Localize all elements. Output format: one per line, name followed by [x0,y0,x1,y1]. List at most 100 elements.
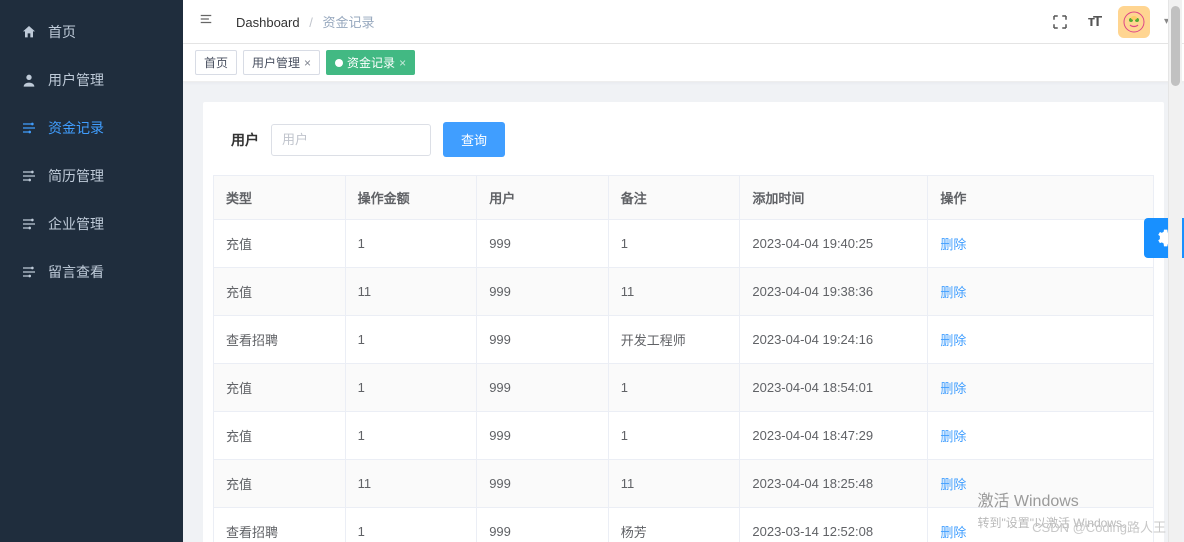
sliders-icon [20,167,38,185]
th-amount: 操作金额 [345,176,477,220]
cell-remark: 1 [608,220,740,268]
home-icon [20,23,38,41]
sidebar-item-resume[interactable]: 简历管理 [0,152,183,200]
cell-user: 999 [477,412,609,460]
th-remark: 备注 [608,176,740,220]
cell-amount: 1 [345,316,477,364]
fullscreen-icon[interactable] [1050,12,1070,32]
cell-amount: 1 [345,364,477,412]
cell-amount: 11 [345,268,477,316]
th-action: 操作 [928,176,1154,220]
sidebar-item-home[interactable]: 首页 [0,8,183,56]
delete-link[interactable]: 删除 [940,333,966,348]
delete-link[interactable]: 删除 [940,237,966,252]
cell-user: 999 [477,268,609,316]
breadcrumb: Dashboard / 资金记录 [236,12,375,31]
breadcrumb-sep: / [309,15,313,30]
table-row: 充值11999112023-04-04 19:38:36删除 [214,268,1154,316]
table-row: 充值199912023-04-04 18:47:29删除 [214,412,1154,460]
cell-time: 2023-04-04 18:54:01 [740,364,928,412]
avatar[interactable] [1118,6,1150,38]
cell-time: 2023-04-04 19:24:16 [740,316,928,364]
cell-amount: 1 [345,412,477,460]
sidebar-item-label: 企业管理 [48,214,104,234]
cell-time: 2023-04-04 18:25:48 [740,460,928,508]
tab-label: 首页 [204,54,228,71]
tab-home[interactable]: 首页 [195,50,237,75]
sidebar-item-messages[interactable]: 留言查看 [0,248,183,296]
breadcrumb-last: 资金记录 [322,15,374,30]
delete-link[interactable]: 删除 [940,429,966,444]
cell-type: 充值 [214,412,346,460]
cell-user: 999 [477,508,609,542]
records-table: 类型 操作金额 用户 备注 添加时间 操作 充值199912023-04-04 … [213,175,1154,542]
sidebar-item-label: 留言查看 [48,262,104,282]
cell-remark: 杨芳 [608,508,740,542]
breadcrumb-first[interactable]: Dashboard [236,15,300,30]
sidebar-item-label: 首页 [48,22,76,42]
cell-remark: 开发工程师 [608,316,740,364]
delete-link[interactable]: 删除 [940,285,966,300]
filter-row: 用户 查询 [213,122,1154,175]
th-type: 类型 [214,176,346,220]
table-row: 查看招聘1999杨芳2023-03-14 12:52:08删除 [214,508,1154,542]
cell-user: 999 [477,316,609,364]
main: Dashboard / 资金记录 тT ▾ 首页 用户管理 [183,0,1184,542]
close-icon[interactable]: × [399,56,406,70]
filter-label: 用户 [231,130,259,150]
sidebar-item-funds[interactable]: 资金记录 [0,104,183,152]
user-icon [20,71,38,89]
table-row: 查看招聘1999开发工程师2023-04-04 19:24:16 删除 [214,316,1154,364]
tab-users[interactable]: 用户管理 × [243,50,320,75]
table-header-row: 类型 操作金额 用户 备注 添加时间 操作 [214,176,1154,220]
sliders-icon [20,263,38,281]
cell-time: 2023-04-04 19:40:25 [740,220,928,268]
content-area: 用户 查询 类型 操作金额 用户 备注 添加时间 操作 [183,82,1184,542]
hamburger-icon[interactable] [198,12,218,31]
delete-link[interactable]: 删除 [940,525,966,540]
tab-label: 用户管理 [252,54,300,71]
delete-link[interactable]: 删除 [940,477,966,492]
cell-user: 999 [477,460,609,508]
cell-action: 删除 [928,412,1154,460]
scrollbar-thumb[interactable] [1171,6,1180,86]
sidebar: 首页 用户管理 资金记录 简历管理 企业管理 留言查看 [0,0,183,542]
cell-action: 删除 [928,364,1154,412]
cell-action: 删除 [928,268,1154,316]
user-input[interactable] [271,124,431,156]
card: 用户 查询 类型 操作金额 用户 备注 添加时间 操作 [203,102,1164,542]
cell-action: 删除 [928,460,1154,508]
cell-time: 2023-04-04 19:38:36 [740,268,928,316]
scrollbar-vertical[interactable] [1168,0,1182,542]
cell-remark: 1 [608,412,740,460]
cell-time: 2023-03-14 12:52:08 [740,508,928,542]
table-row: 充值11999112023-04-04 18:25:48删除 [214,460,1154,508]
header: Dashboard / 资金记录 тT ▾ [183,0,1184,44]
cell-action: 删除 [928,316,1154,364]
cell-time: 2023-04-04 18:47:29 [740,412,928,460]
tab-label: 资金记录 [347,54,395,71]
sidebar-item-users[interactable]: 用户管理 [0,56,183,104]
cell-type: 充值 [214,364,346,412]
cell-user: 999 [477,220,609,268]
cell-amount: 11 [345,460,477,508]
tab-funds[interactable]: 资金记录 × [326,50,415,75]
table-row: 充值199912023-04-04 18:54:01删除 [214,364,1154,412]
cell-action: 删除 [928,220,1154,268]
table-row: 充值199912023-04-04 19:40:25删除 [214,220,1154,268]
cell-amount: 1 [345,508,477,542]
search-button[interactable]: 查询 [443,122,505,157]
font-size-icon[interactable]: тT [1084,12,1104,32]
sidebar-item-enterprise[interactable]: 企业管理 [0,200,183,248]
cell-remark: 11 [608,268,740,316]
cell-remark: 1 [608,364,740,412]
sidebar-item-label: 简历管理 [48,166,104,186]
cell-type: 查看招聘 [214,316,346,364]
tabs-bar: 首页 用户管理 × 资金记录 × [183,44,1184,82]
sliders-icon [20,215,38,233]
close-icon[interactable]: × [304,56,311,70]
cell-action: 删除 [928,508,1154,542]
delete-link[interactable]: 删除 [940,381,966,396]
cell-type: 充值 [214,460,346,508]
sliders-icon [20,119,38,137]
